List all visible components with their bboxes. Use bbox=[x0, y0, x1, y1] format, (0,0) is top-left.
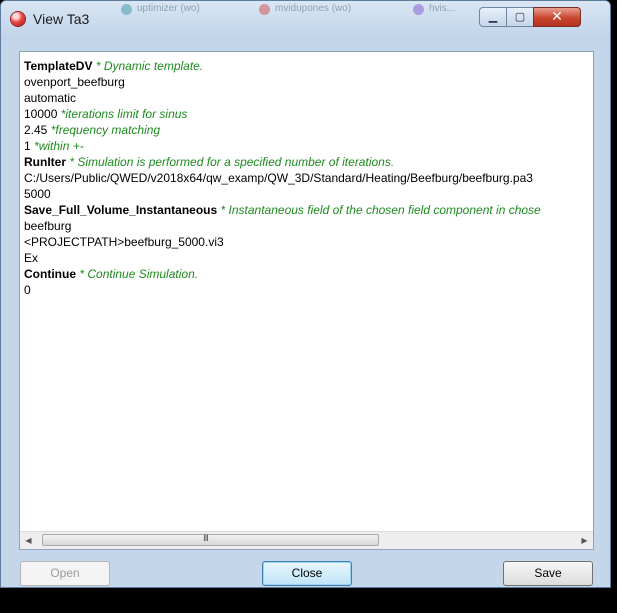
text-line: automatic bbox=[24, 90, 593, 106]
line-text: ovenport_beefburg bbox=[24, 75, 125, 89]
text-line: ovenport_beefburg bbox=[24, 74, 593, 90]
close-button[interactable]: Close bbox=[262, 561, 352, 586]
close-icon: ✕ bbox=[551, 9, 563, 25]
text-line: Continue * Continue Simulation. bbox=[24, 266, 593, 282]
background-tab-label: mvidupones (wo) bbox=[275, 3, 352, 14]
line-comment: * Dynamic template. bbox=[95, 59, 204, 73]
text-line: beefburg bbox=[24, 218, 593, 234]
text-line: C:/Users/Public/QWED/v2018x64/qw_examp/Q… bbox=[24, 170, 593, 186]
text-line: 0 bbox=[24, 282, 593, 298]
text-line: <PROJECTPATH>beefburg_5000.vi3 bbox=[24, 234, 593, 250]
maximize-button[interactable]: ▢ bbox=[506, 7, 534, 27]
line-text: 2.45 bbox=[24, 123, 48, 137]
grip-icon: III bbox=[203, 534, 209, 544]
text-line: TemplateDV * Dynamic template. bbox=[24, 58, 593, 74]
view-ta3-window: uptimizer (wo) mvidupones (wo) hvis... V… bbox=[0, 0, 611, 588]
line-comment: *frequency matching bbox=[50, 123, 161, 137]
background-tab-icon bbox=[121, 4, 132, 15]
text-view[interactable]: TemplateDV * Dynamic template. ovenport_b… bbox=[19, 51, 594, 550]
text-line: 2.45 *frequency matching bbox=[24, 122, 593, 138]
scroll-right-icon[interactable]: ▶ bbox=[576, 532, 593, 549]
close-window-button[interactable]: ✕ bbox=[533, 7, 581, 27]
line-text: C:/Users/Public/QWED/v2018x64/qw_examp/Q… bbox=[24, 171, 533, 185]
line-text: 0 bbox=[24, 283, 31, 297]
line-comment: *within +- bbox=[34, 139, 84, 153]
background-tab-label: hvis... bbox=[429, 3, 456, 14]
background-tab-icon bbox=[259, 4, 270, 15]
text-line: RunIter * Simulation is performed for a … bbox=[24, 154, 593, 170]
line-keyword: Save_Full_Volume_Instantaneous bbox=[24, 203, 218, 217]
text-line: 1 *within +- bbox=[24, 138, 593, 154]
minimize-icon: ▁ bbox=[488, 10, 498, 23]
line-keyword: Continue bbox=[24, 267, 76, 281]
text-line: Ex bbox=[24, 250, 593, 266]
line-comment: * Simulation is performed for a specifie… bbox=[69, 155, 395, 169]
line-text: 10000 bbox=[24, 107, 58, 121]
line-text: automatic bbox=[24, 91, 77, 105]
line-text: 5000 bbox=[24, 187, 51, 201]
line-comment: * Continue Simulation. bbox=[79, 267, 199, 281]
window-title: View Ta3 bbox=[33, 11, 90, 27]
text-lines: TemplateDV * Dynamic template. ovenport_b… bbox=[24, 58, 593, 298]
line-comment: *iterations limit for sinus bbox=[60, 107, 188, 121]
line-keyword: TemplateDV bbox=[24, 59, 93, 73]
text-line: 5000 bbox=[24, 186, 593, 202]
background-tab-label: uptimizer (wo) bbox=[137, 3, 200, 14]
line-text: <PROJECTPATH>beefburg_5000.vi3 bbox=[24, 235, 224, 249]
background-taskbar-strip: uptimizer (wo) mvidupones (wo) hvis... bbox=[121, 1, 501, 17]
line-text: beefburg bbox=[24, 219, 72, 233]
app-icon bbox=[11, 12, 25, 26]
scroll-left-icon[interactable]: ◀ bbox=[20, 532, 37, 549]
background-tab-icon bbox=[413, 4, 424, 15]
save-button[interactable]: Save bbox=[503, 561, 593, 586]
line-keyword: RunIter bbox=[24, 155, 66, 169]
line-text: Ex bbox=[24, 251, 39, 265]
maximize-icon: ▢ bbox=[514, 10, 526, 23]
scroll-thumb[interactable]: III bbox=[42, 534, 379, 546]
line-text: 1 bbox=[24, 139, 31, 153]
text-line: Save_Full_Volume_Instantaneous * Instant… bbox=[24, 202, 593, 218]
line-comment: * Instantaneous field of the chosen fiel… bbox=[220, 203, 541, 217]
text-line: 10000 *iterations limit for sinus bbox=[24, 106, 593, 122]
open-button[interactable]: Open bbox=[20, 561, 110, 586]
title-bar[interactable]: uptimizer (wo) mvidupones (wo) hvis... V… bbox=[1, 1, 610, 41]
horizontal-scrollbar[interactable]: ◀ III ▶ bbox=[20, 531, 593, 549]
minimize-button[interactable]: ▁ bbox=[479, 7, 507, 27]
